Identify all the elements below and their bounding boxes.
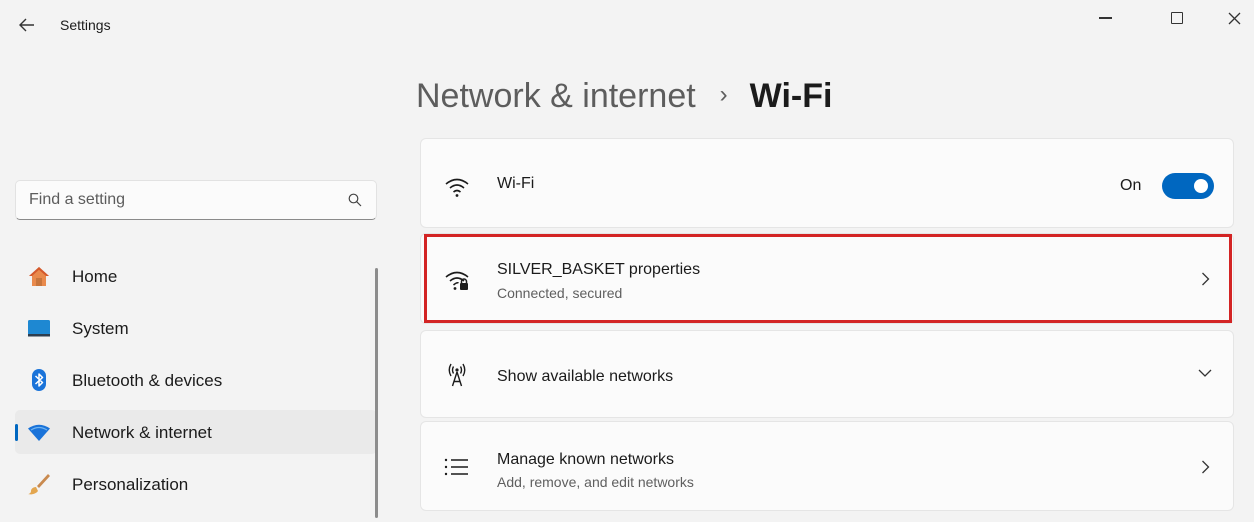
antenna-icon: [448, 363, 466, 387]
wifi-toggle-card: Wi-Fi On: [420, 138, 1234, 228]
list-icon: [444, 458, 468, 476]
chevron-right-icon: [1202, 272, 1210, 286]
chevron-right-icon: [1202, 460, 1210, 474]
network-properties-title: SILVER_BASKET properties: [497, 261, 701, 278]
available-networks-card[interactable]: Show available networks: [420, 330, 1234, 418]
maximize-icon: [1171, 12, 1183, 24]
home-icon: [29, 267, 49, 286]
network-properties-card[interactable]: SILVER_BASKET properties Connected, secu…: [420, 233, 1234, 324]
toggle-state-label: On: [1120, 177, 1142, 194]
sidebar-item-label: Network & internet: [72, 423, 212, 442]
bluetooth-icon: [32, 369, 46, 391]
active-indicator: [15, 424, 18, 441]
breadcrumb: Network & internet › Wi-Fi: [416, 72, 832, 120]
search-icon[interactable]: [348, 193, 362, 207]
sidebar-item-label: Home: [72, 267, 118, 286]
close-icon: [1228, 12, 1240, 24]
breadcrumb-parent[interactable]: Network & internet: [416, 77, 696, 116]
app-title: Settings: [60, 17, 111, 33]
breadcrumb-separator: ›: [719, 81, 728, 108]
wifi-lock-icon: [445, 271, 469, 290]
minimize-icon: [1098, 17, 1112, 19]
search-box: [15, 180, 377, 220]
sidebar-item-system[interactable]: System: [15, 306, 377, 350]
wifi-title: Wi-Fi: [497, 175, 535, 192]
page-title: Wi-Fi: [749, 76, 833, 115]
sidebar-scrollbar[interactable]: [375, 268, 378, 518]
chevron-down-icon: [1198, 369, 1212, 377]
wifi-diamond-icon: [28, 424, 50, 441]
known-networks-title: Manage known networks: [497, 451, 674, 468]
title-bar: Settings: [0, 0, 1254, 52]
known-networks-card[interactable]: Manage known networks Add, remove, and e…: [420, 421, 1234, 511]
toggle-knob: [1194, 179, 1208, 193]
sidebar-item-network[interactable]: Network & internet: [15, 410, 377, 454]
wifi-toggle[interactable]: [1162, 173, 1214, 199]
maximize-button[interactable]: [1157, 4, 1197, 32]
available-networks-title: Show available networks: [497, 368, 674, 385]
close-button[interactable]: [1214, 4, 1254, 32]
arrow-left-icon: [19, 18, 34, 32]
search-input[interactable]: [16, 181, 336, 219]
paintbrush-icon: [28, 474, 50, 495]
known-networks-subtitle: Add, remove, and edit networks: [497, 474, 694, 490]
sidebar-item-label: Bluetooth & devices: [72, 371, 223, 390]
sidebar-item-home[interactable]: Home: [15, 254, 377, 298]
wifi-icon: [445, 178, 469, 197]
network-status: Connected, secured: [497, 285, 623, 301]
sidebar-item-label: System: [72, 319, 129, 338]
sidebar-item-bluetooth[interactable]: Bluetooth & devices: [15, 358, 377, 402]
back-button[interactable]: [14, 12, 40, 38]
monitor-icon: [28, 320, 50, 337]
minimize-button[interactable]: [1085, 4, 1125, 32]
sidebar-item-personalization[interactable]: Personalization: [15, 462, 377, 506]
sidebar-item-label: Personalization: [72, 475, 189, 494]
